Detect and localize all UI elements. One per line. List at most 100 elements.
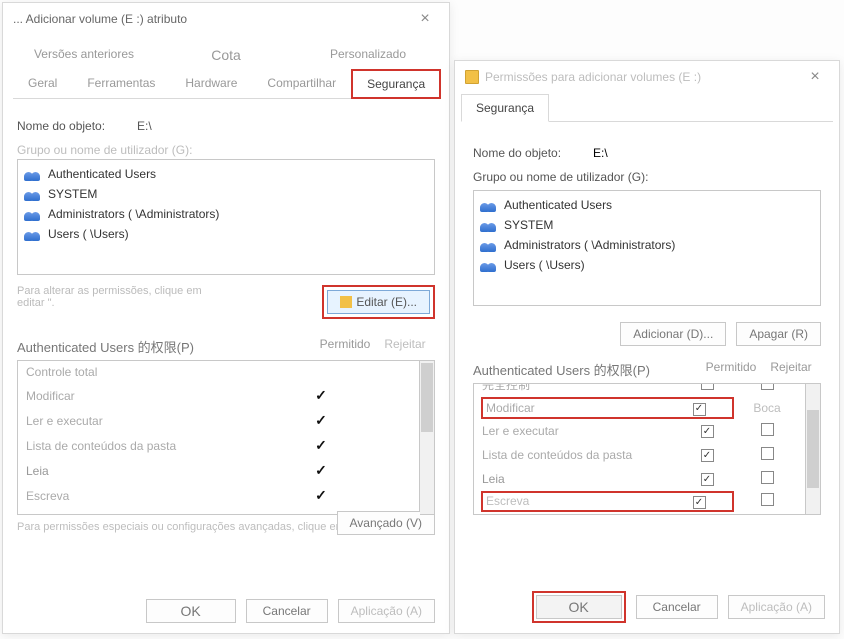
tab-custom[interactable]: Personalizado (297, 40, 439, 69)
user-item[interactable]: Users ( \Users) (478, 255, 816, 275)
folder-icon (465, 70, 479, 84)
cancel-button[interactable]: Cancelar (246, 599, 328, 623)
tab-quota[interactable]: Cota (155, 40, 297, 69)
tab-tools[interactable]: Ferramentas (72, 69, 170, 99)
users-icon (480, 198, 498, 212)
group-label: Grupo ou nome de utilizador (G): (473, 170, 821, 184)
apply-button[interactable]: Aplicação (A) (728, 595, 825, 619)
permission-label: Modificar (486, 401, 669, 415)
allow-checkbox[interactable] (677, 423, 737, 439)
allow-mark: ✓ (291, 387, 351, 404)
user-item[interactable]: Authenticated Users (478, 195, 816, 215)
remove-button[interactable]: Apagar (R) (736, 322, 821, 346)
tabs: Segurança (461, 93, 833, 122)
permission-label: Escreva (486, 494, 669, 508)
allow-checkbox[interactable] (677, 447, 737, 463)
ok-button[interactable]: OK (536, 595, 622, 619)
shield-icon (340, 296, 352, 308)
permission-row: Lista de conteúdos da pasta (474, 443, 805, 467)
close-icon[interactable]: × (801, 63, 829, 91)
permission-row: Modificar Boca (474, 397, 805, 419)
users-icon (24, 227, 42, 241)
user-label: Authenticated Users (48, 167, 156, 181)
deny-text: Boca (737, 401, 797, 415)
allow-mark: ✓ (291, 412, 351, 429)
close-icon[interactable]: × (411, 5, 439, 33)
col-allow: Permitido (315, 337, 375, 356)
allow-mark: ✓ (291, 487, 351, 504)
scrollbar[interactable] (420, 360, 435, 515)
permission-label: Ler e executar (482, 424, 677, 438)
dialog-buttons: OK Cancelar Aplicação (A) (455, 581, 839, 633)
deny-checkbox[interactable] (737, 423, 797, 439)
user-item[interactable]: SYSTEM (22, 184, 430, 204)
object-name-label: Nome do objeto: (473, 146, 593, 160)
user-label: Users ( \Users) (504, 258, 585, 272)
dialog-title: Permissões para adicionar volumes (E :) (485, 70, 801, 84)
edit-highlight: Editar (E)... (322, 285, 435, 319)
permission-row: Ler e executar✓ (18, 408, 419, 433)
permission-row: Ler e executar (474, 419, 805, 443)
object-name-value: E:\ (593, 146, 608, 160)
permissions-dialog: Permissões para adicionar volumes (E :) … (454, 60, 840, 634)
user-item[interactable]: Authenticated Users (22, 164, 430, 184)
permission-row: Leia✓ (18, 458, 419, 483)
permission-label: 完全控制 (482, 383, 677, 393)
add-button[interactable]: Adicionar (D)... (620, 322, 726, 346)
scrollbar[interactable] (806, 383, 821, 515)
users-icon (24, 207, 42, 221)
permission-label: Leia (26, 464, 291, 478)
titlebar: ... Adicionar volume (E :) atributo × (3, 3, 449, 35)
permission-label: Ler e executar (26, 414, 291, 428)
users-listbox[interactable]: Authenticated Users SYSTEM Administrators … (17, 159, 435, 275)
allow-mark: ✓ (291, 437, 351, 454)
users-icon (24, 167, 42, 181)
security-panel: Nome do objeto: E:\ Grupo ou nome de uti… (3, 99, 449, 545)
permission-row: Escreva (474, 491, 805, 513)
permission-label: Leia (482, 472, 677, 486)
tab-general[interactable]: Geral (13, 69, 72, 99)
tab-hardware[interactable]: Hardware (170, 69, 252, 99)
edit-button[interactable]: Editar (E)... (327, 290, 430, 314)
permission-row: Escreva✓ (18, 483, 419, 508)
permissions-header: Authenticated Users 的权限(P) (473, 360, 701, 379)
user-label: SYSTEM (504, 218, 553, 232)
allow-checkbox[interactable] (669, 494, 729, 510)
edit-hint: Para alterar as permissões, clique em ed… (17, 285, 217, 309)
permission-row: Lista de conteúdos da pasta✓ (18, 433, 419, 458)
user-item[interactable]: Users ( \Users) (22, 224, 430, 244)
cancel-button[interactable]: Cancelar (636, 595, 718, 619)
users-listbox[interactable]: Authenticated Users SYSTEM Administrators … (473, 190, 821, 306)
deny-checkbox[interactable] (737, 383, 797, 393)
apply-button[interactable]: Aplicação (A) (338, 599, 435, 623)
deny-checkbox[interactable] (737, 471, 797, 487)
permissions-list: Controle totalModificar✓Ler e executar✓L… (17, 360, 420, 515)
allow-checkbox[interactable] (677, 383, 737, 393)
permission-label: Escreva (26, 489, 291, 503)
allow-checkbox[interactable] (677, 471, 737, 487)
ok-button[interactable]: OK (146, 599, 236, 623)
user-label: Authenticated Users (504, 198, 612, 212)
permissions-list: 完全控制 Modificar Boca Ler e executar Lista de … (473, 383, 806, 515)
user-item[interactable]: Administrators ( \Administrators) (22, 204, 430, 224)
col-allow: Permitido (701, 360, 761, 379)
tab-sharing[interactable]: Compartilhar (252, 69, 351, 99)
user-label: Administrators ( \Administrators) (504, 238, 675, 252)
tab-previous-versions[interactable]: Versões anteriores (13, 40, 155, 69)
users-icon (480, 218, 498, 232)
deny-checkbox[interactable] (737, 447, 797, 463)
permission-row: Leia (474, 467, 805, 491)
dialog-buttons: OK Cancelar Aplicação (A) (3, 589, 449, 633)
user-item[interactable]: SYSTEM (478, 215, 816, 235)
tab-security[interactable]: Segurança (461, 94, 549, 122)
tabs: Versões anteriores Cota Personalizado Ge… (13, 39, 439, 99)
user-label: Administrators ( \Administrators) (48, 207, 219, 221)
permission-label: Controle total (26, 365, 291, 379)
allow-checkbox[interactable] (669, 400, 729, 416)
user-item[interactable]: Administrators ( \Administrators) (478, 235, 816, 255)
tab-security[interactable]: Segurança (351, 69, 441, 99)
dialog-title: ... Adicionar volume (E :) atributo (13, 12, 411, 26)
permission-label: Lista de conteúdos da pasta (482, 448, 677, 462)
deny-checkbox[interactable] (737, 493, 797, 509)
properties-dialog: ... Adicionar volume (E :) atributo × Ve… (2, 2, 450, 634)
